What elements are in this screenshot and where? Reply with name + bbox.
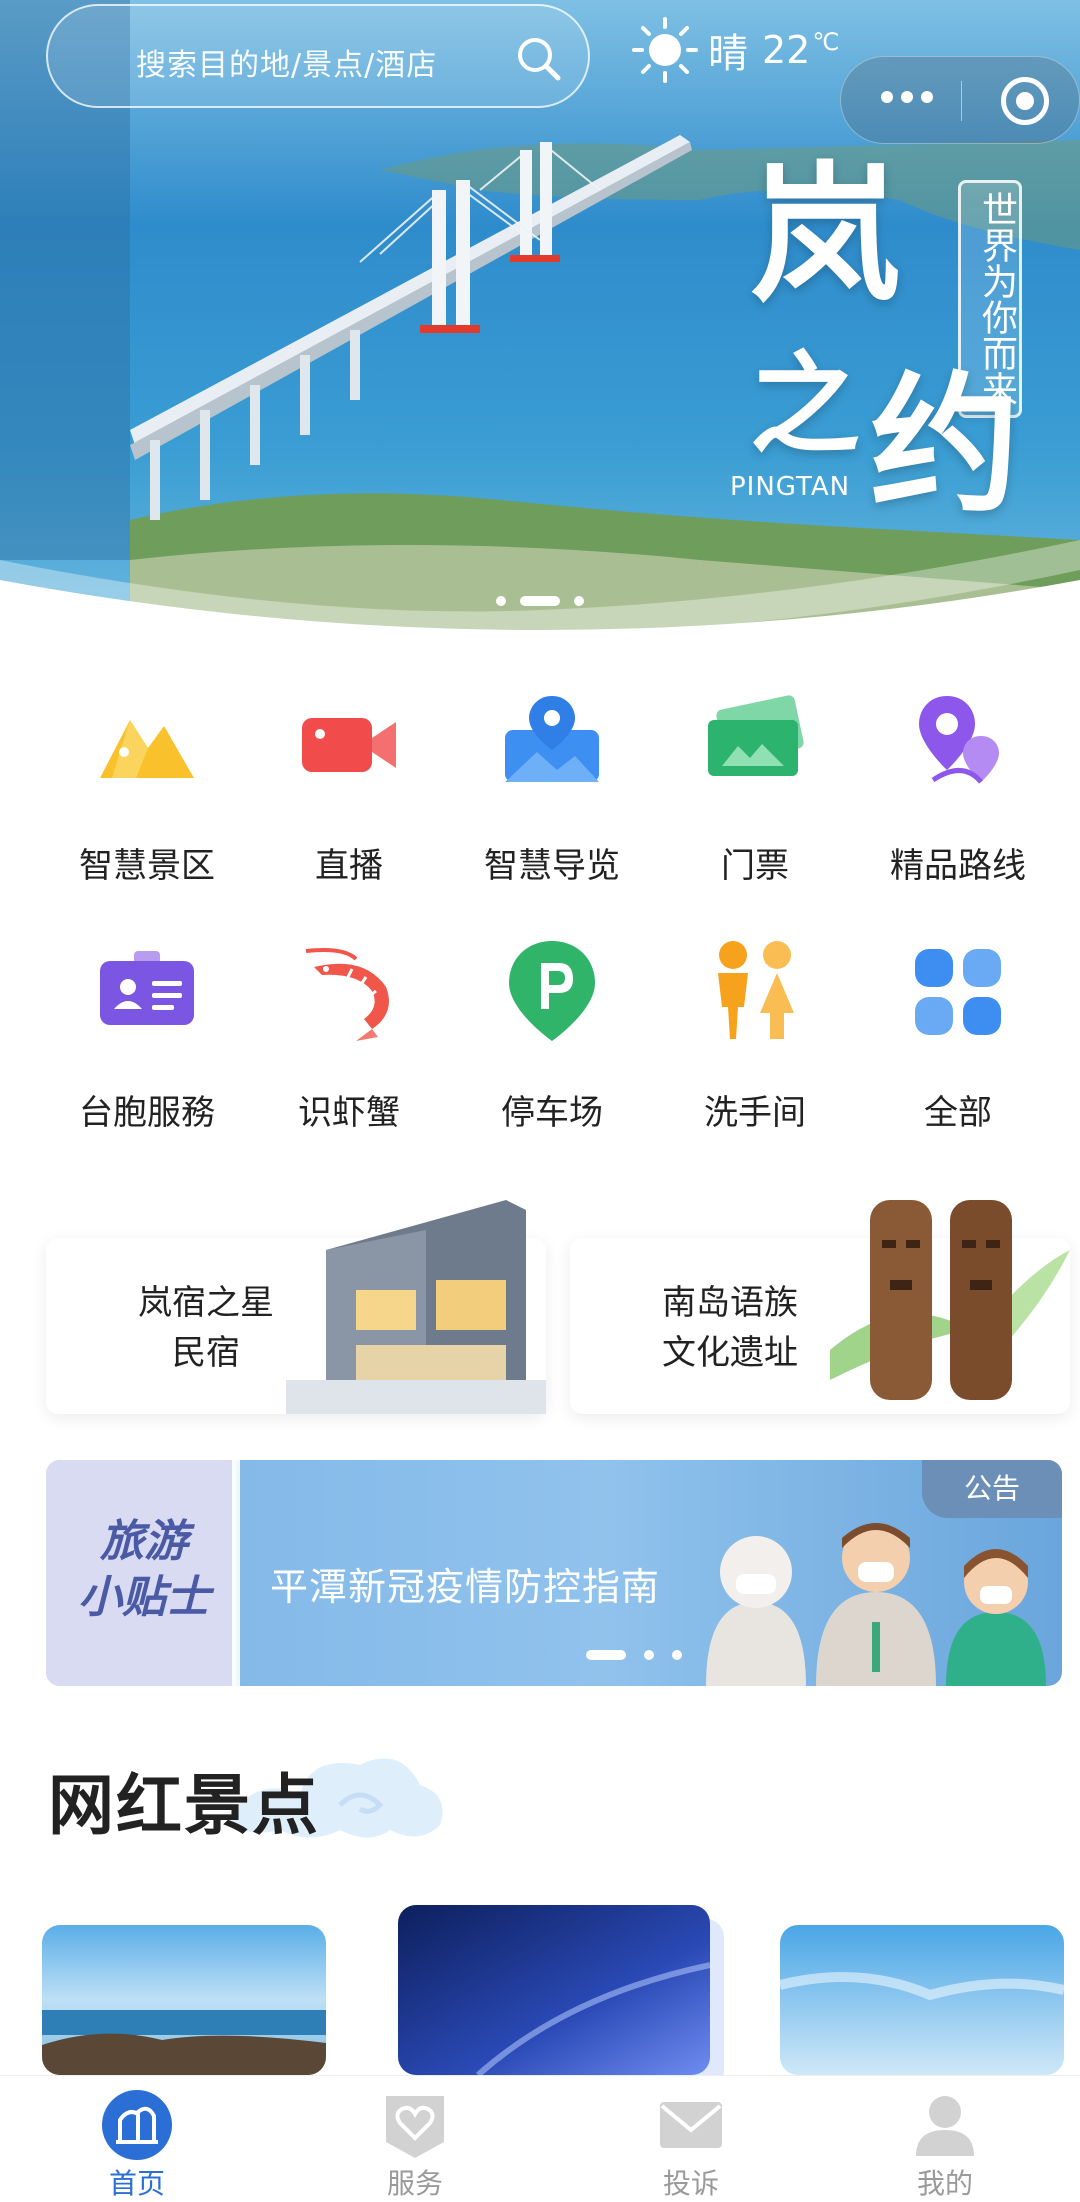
tips-message: 平潭新冠疫情防控指南 bbox=[270, 1565, 661, 1609]
tab-home[interactable]: 首页 bbox=[2, 2076, 272, 2200]
quick-link-label: 停车场 bbox=[501, 1093, 603, 1133]
shrimp-icon bbox=[305, 948, 389, 1041]
quick-link-all[interactable]: 全部 bbox=[850, 937, 1066, 1157]
quick-link-label: 智慧景区 bbox=[79, 846, 215, 886]
quick-link-label: 门票 bbox=[721, 846, 789, 886]
spot-card-3[interactable] bbox=[780, 1925, 1064, 2075]
quick-link-tickets[interactable]: 门票 bbox=[647, 690, 863, 910]
grid-all-icon bbox=[915, 949, 1001, 1035]
heart-service-icon bbox=[386, 2096, 444, 2158]
tab-service[interactable]: 服务 bbox=[280, 2076, 550, 2200]
quick-link-label: 识虾蟹 bbox=[298, 1093, 400, 1133]
tips-label-panel: 旅游 小贴士 bbox=[46, 1460, 240, 1686]
search-bar[interactable]: 搜索目的地/景点/酒店 bbox=[46, 4, 590, 108]
quick-link-parking[interactable]: 停车场 bbox=[444, 937, 660, 1157]
user-icon bbox=[916, 2096, 974, 2156]
search-placeholder: 搜索目的地/景点/酒店 bbox=[136, 48, 438, 83]
quick-link-routes[interactable]: 精品路线 bbox=[850, 690, 1066, 910]
spot-image-coast bbox=[42, 1925, 326, 2075]
tab-profile[interactable]: 我的 bbox=[810, 2076, 1080, 2200]
mail-icon bbox=[660, 2102, 722, 2148]
parking-icon bbox=[509, 941, 595, 1041]
banner-english: PINGTAN bbox=[730, 472, 851, 502]
section-title-hot-spots: 网红景点 bbox=[48, 1767, 320, 1844]
bottom-tab-bar: 首页 服务 投诉 我的 bbox=[0, 2075, 1080, 2200]
sun-icon bbox=[632, 17, 698, 83]
tab-label: 我的 bbox=[916, 2167, 973, 2200]
route-pin-icon bbox=[919, 696, 999, 784]
weather-temperature: 22℃ bbox=[762, 28, 840, 72]
totem-image bbox=[830, 1200, 1070, 1400]
notice-tag: 公告 bbox=[922, 1460, 1062, 1518]
quick-link-identify-shrimp[interactable]: 识虾蟹 bbox=[241, 937, 457, 1157]
homestay-building-image bbox=[286, 1200, 546, 1414]
quick-link-smart-scenic[interactable]: 智慧景区 bbox=[39, 690, 255, 910]
scenic-mountain-icon bbox=[100, 720, 194, 778]
search-icon[interactable] bbox=[514, 34, 564, 84]
quick-link-label: 台胞服務 bbox=[79, 1093, 215, 1133]
hero-banner[interactable]: 搜索目的地/景点/酒店 晴 22℃ 世界为你而来 岚 之 约 PINGTAN bbox=[0, 0, 1080, 640]
tab-label: 首页 bbox=[108, 2167, 165, 2200]
tips-banner[interactable]: 旅游 小贴士 平潭新冠疫情防控指南 公告 bbox=[46, 1460, 1062, 1686]
spot-image-night-sky bbox=[398, 1905, 710, 2075]
close-target-icon[interactable] bbox=[1001, 77, 1049, 125]
spot-card-2[interactable] bbox=[398, 1905, 710, 2075]
quick-link-live[interactable]: 直播 bbox=[241, 690, 457, 910]
tab-complaint[interactable]: 投诉 bbox=[556, 2076, 826, 2200]
tab-label: 投诉 bbox=[662, 2167, 719, 2200]
card-austronesian-site[interactable]: 南岛语族 文化遗址 bbox=[570, 1200, 1070, 1414]
quick-link-label: 洗手间 bbox=[704, 1093, 806, 1133]
id-card-icon bbox=[100, 951, 194, 1025]
spot-image-sky bbox=[780, 1925, 1064, 2075]
spot-card-1[interactable] bbox=[42, 1925, 326, 2075]
weather-widget: 晴 22℃ bbox=[630, 14, 839, 86]
quick-link-taiwan-service[interactable]: 台胞服務 bbox=[39, 937, 255, 1157]
miniprogram-capsule[interactable] bbox=[840, 56, 1080, 144]
more-icon[interactable] bbox=[881, 91, 933, 103]
quick-link-label: 精品路线 bbox=[890, 846, 1026, 886]
quick-link-label: 直播 bbox=[315, 846, 383, 886]
tips-pagination bbox=[586, 1650, 682, 1660]
home-icon bbox=[102, 2090, 172, 2160]
medical-staff-image bbox=[706, 1523, 1046, 1686]
weather-condition: 晴 bbox=[708, 31, 748, 77]
quick-link-label: 智慧导览 bbox=[484, 846, 620, 886]
card-homestay[interactable]: 岚宿之星 民宿 bbox=[46, 1200, 546, 1414]
card-austronesian-title: 南岛语族 文化遗址 bbox=[662, 1283, 798, 1373]
tab-label: 服务 bbox=[386, 2167, 443, 2200]
ticket-icon bbox=[708, 695, 804, 776]
banner-wave bbox=[0, 540, 1080, 640]
quick-link-restroom[interactable]: 洗手间 bbox=[647, 937, 863, 1157]
quick-link-label: 全部 bbox=[924, 1093, 992, 1133]
tips-label: 旅游 小贴士 bbox=[78, 1516, 210, 1623]
video-camera-icon bbox=[302, 718, 396, 772]
restroom-icon bbox=[718, 941, 794, 1039]
card-homestay-title: 岚宿之星 民宿 bbox=[138, 1283, 274, 1373]
banner-pagination bbox=[496, 596, 584, 606]
quick-link-smart-guide[interactable]: 智慧导览 bbox=[444, 690, 660, 910]
map-pin-icon bbox=[505, 696, 599, 782]
